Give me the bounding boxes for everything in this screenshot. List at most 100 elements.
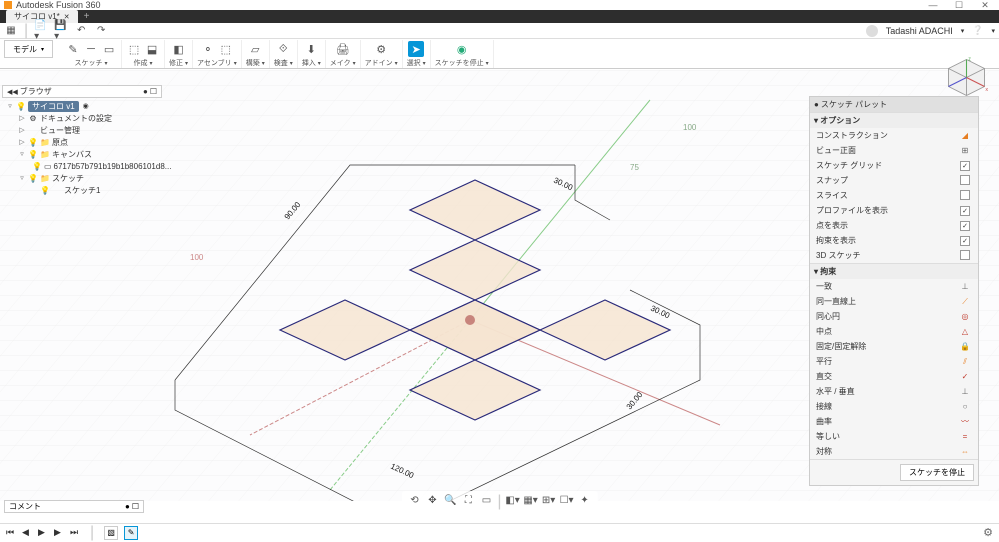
comments-bar[interactable]: コメント ●☐ (4, 500, 144, 513)
palette-option-row[interactable]: スナップ (810, 173, 978, 188)
ribbon-group-inspect: ⟐ 検査▾ (270, 40, 298, 68)
orbit-icon[interactable]: ⟲ (407, 493, 421, 507)
insert-icon[interactable]: ⬇ (303, 41, 319, 57)
visual-style-icon[interactable]: ▦▾ (524, 493, 538, 507)
stop-sketch-button[interactable]: スケッチを停止 (900, 464, 974, 481)
tree-item[interactable]: ▷ビュー管理 (2, 124, 162, 136)
file-menu-icon[interactable]: 📄▾ (34, 25, 48, 37)
viewcube[interactable]: x z (944, 55, 989, 100)
palette-option-row[interactable]: 拘束を表示 (810, 233, 978, 248)
constraint-row[interactable]: 水平 / 垂直⊥ (810, 384, 978, 399)
maximize-button[interactable]: ☐ (949, 0, 969, 11)
ribbon-label: アドイン (365, 58, 393, 68)
palette-option-row[interactable]: ビュー正面⊞ (810, 143, 978, 158)
constraint-row[interactable]: 同心円◎ (810, 309, 978, 324)
workspace-selector[interactable]: モデル ▾ (4, 40, 53, 58)
constraint-row[interactable]: 対称⇔ (810, 444, 978, 459)
user-name[interactable]: Tadashi ADACHI (886, 26, 953, 36)
help-dropdown-icon[interactable]: ▾ (991, 27, 995, 35)
constraint-label: 等しい (816, 431, 958, 442)
tree-item[interactable]: ▷⚙ドキュメントの設定 (2, 112, 162, 124)
user-avatar-icon[interactable] (866, 25, 878, 37)
checkbox[interactable] (960, 206, 970, 216)
tree-item[interactable]: ▿💡📁スケッチ (2, 172, 162, 184)
user-dropdown-icon[interactable]: ▾ (961, 27, 965, 35)
constraint-row[interactable]: 固定/固定解除🔒 (810, 339, 978, 354)
palette-option-row[interactable]: スケッチ グリッド (810, 158, 978, 173)
constraint-row[interactable]: 中点△ (810, 324, 978, 339)
data-panel-icon[interactable]: ▦ (4, 25, 18, 37)
palette-option-row[interactable]: 3D スケッチ (810, 248, 978, 263)
tree-item[interactable]: 💡▭6717b57b791b19b1b806101d8... (2, 160, 162, 172)
make-icon[interactable]: 🖨 (335, 41, 351, 57)
palette-option-row[interactable]: 点を表示 (810, 218, 978, 233)
constraint-row[interactable]: 同一直線上⟋ (810, 294, 978, 309)
browser-panel: ◀◀ ブラウザ ●☐ ▿💡 サイコロ v1 ◉ ▷⚙ドキュメントの設定▷ビュー管… (2, 85, 162, 500)
select-icon[interactable]: ➤ (408, 41, 424, 57)
timeline-play-button[interactable]: ▶ (38, 527, 48, 538)
display-style-icon[interactable]: ◧▾ (506, 493, 520, 507)
plane-icon[interactable]: ▱ (247, 41, 263, 57)
pan-icon[interactable]: ✥ (425, 493, 439, 507)
palette-option-row[interactable]: スライス (810, 188, 978, 203)
viewport-icon[interactable]: ☐▾ (560, 493, 574, 507)
timeline-prev-button[interactable]: ◀ (22, 527, 32, 538)
palette-section-constraints[interactable]: ▾ 拘束 (810, 263, 978, 279)
grid-settings-icon[interactable]: ⊞▾ (542, 493, 556, 507)
timeline-next-button[interactable]: ▶ (54, 527, 64, 538)
timeline-feature-canvas[interactable]: ▧ (104, 526, 118, 540)
tree-item-label: 6717b57b791b19b1b806101d8... (54, 162, 172, 171)
browser-header[interactable]: ◀◀ ブラウザ ●☐ (2, 85, 162, 98)
minimize-button[interactable]: — (923, 0, 943, 11)
look-at-icon[interactable]: ▭ (479, 493, 493, 507)
stop-sketch-icon[interactable]: ◉ (454, 41, 470, 57)
constraint-row[interactable]: 平行⫽ (810, 354, 978, 369)
timeline-start-button[interactable]: ⏮ (6, 527, 16, 538)
joint-icon[interactable]: ⚬ (200, 41, 216, 57)
addins-icon[interactable]: ⚙ (373, 41, 389, 57)
timeline-end-button[interactable]: ⏭ (70, 527, 80, 538)
constraint-row[interactable]: 曲率〰 (810, 414, 978, 429)
checkbox[interactable] (960, 221, 970, 231)
new-tab-button[interactable]: + (78, 11, 96, 22)
checkbox[interactable] (960, 161, 970, 171)
effects-icon[interactable]: ✦ (578, 493, 592, 507)
constraint-label: 平行 (816, 356, 958, 367)
rectangle-icon[interactable]: ▭ (101, 41, 117, 57)
constraint-icon: ⟋ (958, 297, 972, 307)
constraint-row[interactable]: 一致⊥ (810, 279, 978, 294)
palette-option-row[interactable]: コンストラクション◢ (810, 128, 978, 143)
close-button[interactable]: ✕ (975, 0, 995, 11)
zoom-icon[interactable]: 🔍 (443, 493, 457, 507)
checkbox[interactable] (960, 236, 970, 246)
help-icon[interactable]: ❔ (972, 25, 983, 36)
tree-item[interactable]: 💡スケッチ1 (2, 184, 162, 196)
palette-section-options[interactable]: ▾ オプション (810, 112, 978, 128)
box-icon[interactable]: ⬚ (126, 41, 142, 57)
extrude-icon[interactable]: ⬓ (144, 41, 160, 57)
sketch-create-icon[interactable]: ✎ (65, 41, 81, 57)
constraint-row[interactable]: 接線○ (810, 399, 978, 414)
tree-item[interactable]: ▷💡📁原点 (2, 136, 162, 148)
ribbon-label: 構築 (246, 58, 260, 68)
undo-icon[interactable]: ↶ (74, 25, 88, 37)
palette-option-row[interactable]: プロファイルを表示 (810, 203, 978, 218)
measure-icon[interactable]: ⟐ (275, 41, 291, 57)
pin-icon[interactable]: ● (143, 87, 148, 96)
constraint-icon: ✓ (958, 372, 972, 381)
checkbox[interactable] (960, 175, 970, 185)
fit-icon[interactable]: ⛶ (461, 493, 475, 507)
settings-gear-icon[interactable]: ⚙ (983, 526, 993, 539)
tree-item[interactable]: ▿💡📁キャンバス (2, 148, 162, 160)
tree-root[interactable]: ▿💡 サイコロ v1 ◉ (2, 100, 162, 112)
line-icon[interactable]: ─ (83, 41, 99, 57)
save-icon[interactable]: 💾▾ (54, 25, 68, 37)
checkbox[interactable] (960, 250, 970, 260)
constraint-row[interactable]: 直交✓ (810, 369, 978, 384)
assembly-icon[interactable]: ⬚ (218, 41, 234, 57)
redo-icon[interactable]: ↷ (94, 25, 108, 37)
constraint-row[interactable]: 等しい= (810, 429, 978, 444)
checkbox[interactable] (960, 190, 970, 200)
fillet-icon[interactable]: ◧ (171, 41, 187, 57)
timeline-feature-sketch[interactable]: ✎ (124, 526, 138, 540)
